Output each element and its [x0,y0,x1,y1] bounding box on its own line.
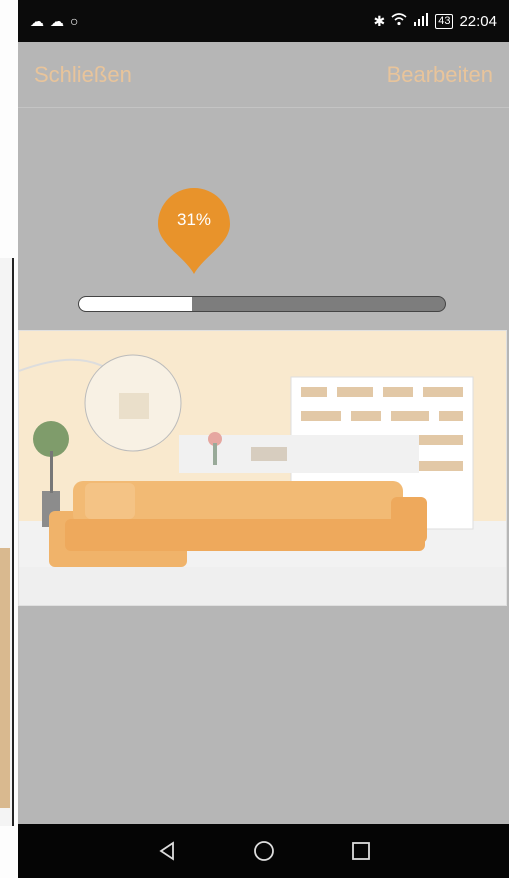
signal-icon [413,12,429,30]
back-icon[interactable] [152,836,182,866]
edit-button[interactable]: Bearbeiten [387,62,493,88]
navigation-bar [18,824,509,878]
progress-percent-label: 31% [176,210,212,229]
recents-icon[interactable] [346,836,376,866]
wifi-icon [391,12,407,30]
home-icon[interactable] [249,836,279,866]
living-room-illustration [19,331,506,605]
cloud-icon: ☁ [30,12,44,29]
status-right-icons: ✱ 43 22:04 [373,12,497,30]
close-button[interactable]: Schließen [34,62,132,88]
battery-indicator: 43 [435,13,454,29]
room-photo [18,330,507,606]
background-window-band [0,548,10,808]
bluetooth-icon: ✱ [373,12,386,29]
cloud-icon: ☁ [50,12,64,29]
header: Schließen Bearbeiten [18,42,509,108]
phone-screen: ☁ ☁ ○ ✱ 43 22:04 Schließen Bearbeiten 31… [18,0,509,878]
progress-fill [79,297,193,311]
status-time: 22:04 [459,12,497,30]
background-window [0,0,18,878]
background-window-frame [0,258,14,826]
map-pin-icon [158,188,230,274]
progress-bubble: 31% [156,186,232,276]
circle-icon: ○ [70,13,79,29]
status-bar: ☁ ☁ ○ ✱ 43 22:04 [18,0,509,42]
progress-bar [78,296,446,312]
status-left-icons: ☁ ☁ ○ [30,13,78,30]
